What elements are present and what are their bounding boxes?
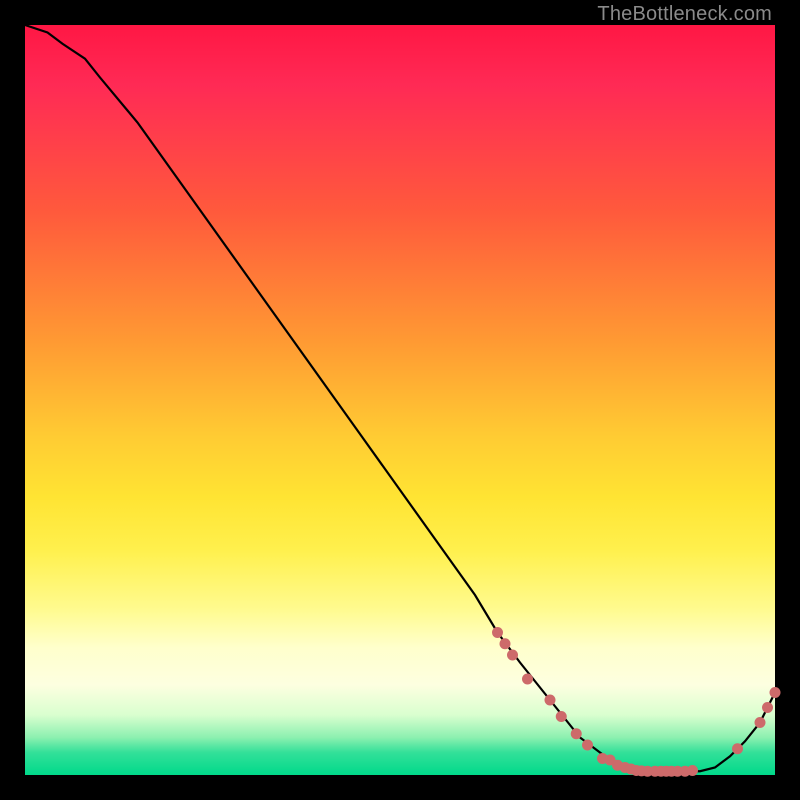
data-point	[770, 687, 781, 698]
data-point	[522, 674, 533, 685]
data-point	[687, 765, 698, 776]
data-point	[571, 728, 582, 739]
chart-overlay	[25, 25, 775, 775]
data-point	[582, 740, 593, 751]
watermark-text: TheBottleneck.com	[597, 3, 772, 26]
data-point	[545, 695, 556, 706]
data-point	[755, 717, 766, 728]
data-point	[500, 638, 511, 649]
data-point	[507, 650, 518, 661]
data-point	[732, 743, 743, 754]
data-point	[762, 702, 773, 713]
bottleneck-curve	[25, 25, 775, 771]
chart-frame: TheBottleneck.com	[0, 0, 800, 800]
data-points	[492, 627, 781, 777]
data-point	[492, 627, 503, 638]
data-point	[556, 711, 567, 722]
